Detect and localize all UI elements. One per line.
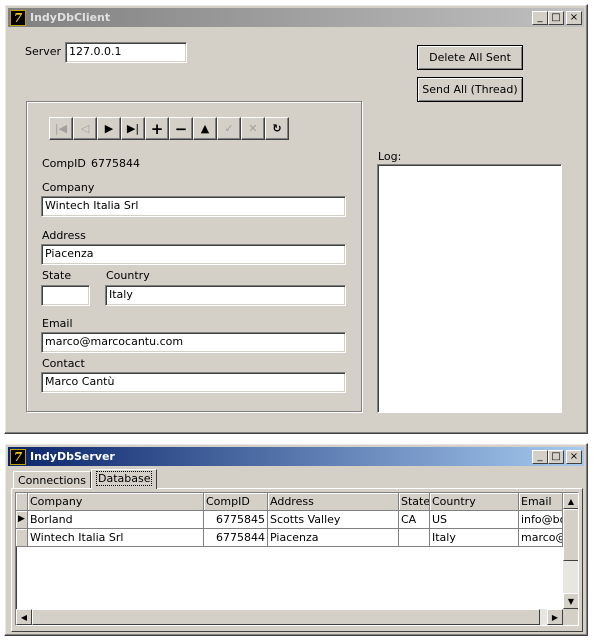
address-label: Address [42,229,86,242]
row-indicator-arrow-icon: ▶ [16,511,28,529]
server-label: Server [25,45,62,58]
tab-strip: Connections Database [13,469,158,489]
server-input[interactable]: 127.0.0.1 [65,42,187,63]
db-navigator: |◀ ◁ ▶ ▶| + − ▲ ✓ ✕ ↻ [49,117,289,140]
delete-all-sent-label: Delete All Sent [429,51,511,64]
tab-connections-label: Connections [18,474,86,487]
table-row-cell-email[interactable]: info@bo [519,511,563,529]
delete-all-sent-button[interactable]: Delete All Sent [417,45,523,70]
scroll-thumb-vertical[interactable] [563,509,578,561]
scroll-right-icon[interactable]: ▶ [547,609,563,625]
country-field[interactable]: Italy [105,285,346,306]
cancel-icon[interactable]: ✕ [241,117,265,140]
tab-database-label: Database [95,471,153,486]
state-label: State [42,269,72,282]
table-row-cell-address[interactable]: Piacenza [268,529,399,547]
email-label: Email [42,317,73,330]
tab-connections[interactable]: Connections [13,471,91,489]
company-field[interactable]: Wintech Italia Srl [41,196,346,217]
table-row-cell-state[interactable] [399,529,430,547]
column-header-country[interactable]: Country [430,493,519,511]
compid-label: CompID [42,157,86,170]
table-row-cell-company[interactable]: Wintech Italia Srl [28,529,204,547]
close-button[interactable]: × [566,10,582,25]
log-memo[interactable] [377,164,562,413]
contact-label: Contact [42,357,85,370]
last-icon[interactable]: ▶| [121,117,145,140]
edit-icon[interactable]: ▲ [193,117,217,140]
app-icon: 7 [10,9,26,26]
table-row-cell-country[interactable]: US [430,511,519,529]
close-button[interactable]: × [566,449,582,464]
row-indicator [16,529,28,547]
table-row-cell-state[interactable]: CA [399,511,430,529]
table-row-cell-address[interactable]: Scotts Valley [268,511,399,529]
maximize-button[interactable]: □ [548,449,564,464]
indicator-header [16,493,28,511]
scroll-left-icon[interactable]: ◀ [16,609,32,625]
contact-field[interactable]: Marco Cantù [41,372,346,393]
first-icon[interactable]: |◀ [49,117,73,140]
server-titlebar[interactable]: 7 IndyDbServer _ □ × [8,447,584,466]
next-icon[interactable]: ▶ [97,117,121,140]
refresh-icon[interactable]: ↻ [265,117,289,140]
column-header-address[interactable]: Address [268,493,399,511]
tab-database[interactable]: Database [90,469,158,489]
client-window: 7 IndyDbClient _ □ × Server 127.0.0.1 De… [4,4,588,434]
table-row-cell-compid[interactable]: 6775845 [204,511,268,529]
insert-icon[interactable]: + [145,117,169,140]
table-row-cell-compid[interactable]: 6775844 [204,529,268,547]
table-row-cell-email[interactable]: marco@ [519,529,563,547]
email-field[interactable]: marco@marcocantu.com [41,332,346,353]
scroll-thumb-horizontal[interactable] [32,609,540,625]
log-label: Log: [378,150,402,163]
client-titlebar[interactable]: 7 IndyDbClient _ □ × [8,8,584,27]
send-all-thread-button[interactable]: Send All (Thread) [417,77,523,102]
country-label: Country [106,269,150,282]
maximize-button[interactable]: □ [548,10,564,25]
column-header-email[interactable]: Email [519,493,563,511]
prior-icon[interactable]: ◁ [73,117,97,140]
table-row-cell-country[interactable]: Italy [430,529,519,547]
minimize-button[interactable]: _ [532,10,548,25]
client-window-title: IndyDbClient [30,11,111,24]
send-all-thread-label: Send All (Thread) [422,83,518,96]
scroll-up-icon[interactable]: ▲ [563,493,578,509]
state-field[interactable] [41,285,90,306]
column-header-state[interactable]: State [399,493,430,511]
column-header-compid[interactable]: CompID [204,493,268,511]
server-window: 7 IndyDbServer _ □ × Connections Databas… [4,443,588,636]
minimize-button[interactable]: _ [532,449,548,464]
scrollbar-corner [563,609,578,625]
compid-value: 6775844 [91,157,140,170]
post-icon[interactable]: ✓ [217,117,241,140]
company-label: Company [42,181,95,194]
scroll-down-icon[interactable]: ▼ [563,593,578,609]
server-window-title: IndyDbServer [30,450,115,463]
column-header-company[interactable]: Company [28,493,204,511]
table-row-cell-company[interactable]: Borland [28,511,204,529]
delete-icon[interactable]: − [169,117,193,140]
data-grid[interactable]: Company CompID Address State Country Ema… [15,492,579,626]
app-icon: 7 [10,448,26,465]
address-field[interactable]: Piacenza [41,244,346,265]
